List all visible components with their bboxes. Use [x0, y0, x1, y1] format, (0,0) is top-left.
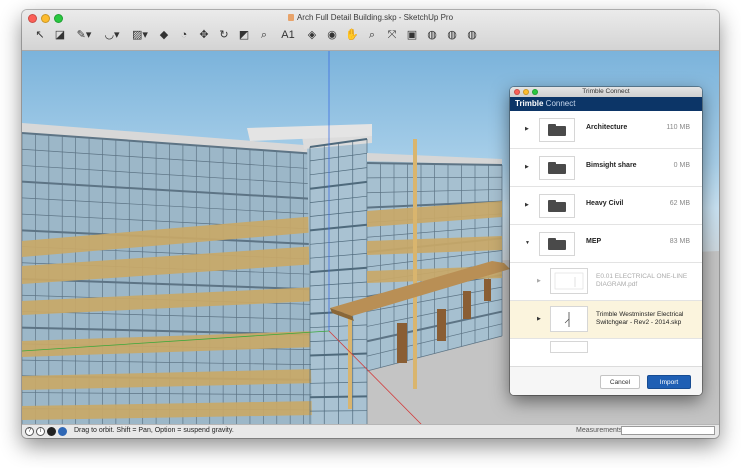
- file-name: E0.01 ELECTRICAL ONE-LINE DIAGRAM.pdf: [596, 273, 688, 288]
- tall-column: [413, 139, 417, 389]
- folder-name: Architecture: [586, 124, 628, 131]
- folder-thumbnail: [539, 118, 575, 142]
- line-tool[interactable]: ✎▾: [72, 27, 96, 43]
- text-tool[interactable]: A1: [276, 27, 300, 43]
- help-icon[interactable]: ?: [25, 427, 34, 436]
- folder-row[interactable]: ▼ MEP 83 MB: [510, 225, 702, 263]
- zoom-extents-tool[interactable]: ⤧: [384, 27, 400, 43]
- walkway-pier: [463, 291, 471, 319]
- dialog-zoom-button[interactable]: [532, 89, 538, 95]
- folder-thumbnail: [539, 156, 575, 180]
- folder-thumbnail: [539, 232, 575, 256]
- status-icons: ? i: [25, 427, 67, 436]
- folder-name: Bimsight share: [586, 162, 637, 169]
- folder-icon: [548, 124, 566, 136]
- folder-size: 0 MB: [673, 162, 690, 169]
- info-icon[interactable]: i: [36, 427, 45, 436]
- central-tower: [307, 133, 367, 425]
- main-toolbar: ↖ ◪ ✎▾ ◡▾ ▨▾ ◆ ◔ ✥ ↻ ◩ ⌕ A1 ◈ ◉ ✋ ⌕ ⤧ ▣ ◍ ◍ ◍: [32, 27, 480, 43]
- dialog-footer: Cancel Import: [510, 366, 702, 395]
- folder-icon: [548, 200, 566, 212]
- disclosure-closed-icon[interactable]: ▶: [537, 278, 541, 284]
- folder-size: 62 MB: [669, 200, 690, 207]
- folder-size: 110 MB: [666, 124, 690, 131]
- import-button[interactable]: Import: [647, 375, 691, 389]
- status-text: Drag to orbit. Shift = Pan, Option = sus…: [74, 427, 234, 434]
- short-column: [348, 309, 352, 409]
- tape-measure-tool[interactable]: ⌕: [256, 27, 272, 43]
- arc-tool[interactable]: ◡▾: [100, 27, 124, 43]
- title-bar: Arch Full Detail Building.skp - SketchUp…: [22, 10, 719, 51]
- dialog-minimize-button[interactable]: [523, 89, 529, 95]
- walkway-pier: [484, 279, 491, 301]
- brand-bold: Trimble: [515, 99, 544, 108]
- folder-icon: [548, 238, 566, 250]
- file-thumbnail: [550, 268, 588, 294]
- skp-thumbnail-drawing: [564, 312, 570, 327]
- measurements-label: Measurements: [576, 427, 623, 434]
- paint-bucket-tool[interactable]: ◈: [304, 27, 320, 43]
- offset-tool[interactable]: ◔: [176, 27, 192, 43]
- file-browser-list: ▶ Architecture 110 MB ▶ Bimsight share 0 MB ▶ H…: [510, 111, 702, 367]
- measurements-field[interactable]: [621, 426, 715, 435]
- disclosure-closed-icon[interactable]: ▶: [537, 316, 541, 322]
- cancel-button[interactable]: Cancel: [600, 375, 640, 389]
- dialog-close-button[interactable]: [514, 89, 520, 95]
- folder-icon: [548, 162, 566, 174]
- share-tool[interactable]: ◍: [464, 27, 480, 43]
- folder-row[interactable]: ▶ Bimsight share 0 MB: [510, 149, 702, 187]
- file-name: Trimble Westminster Electrical Switchgea…: [596, 311, 684, 326]
- walkway-pier: [397, 323, 407, 363]
- warehouse-tool[interactable]: ▣: [404, 27, 420, 43]
- folder-name: MEP: [586, 238, 602, 245]
- move-tool[interactable]: ✥: [196, 27, 212, 43]
- folder-row[interactable]: ▶ Architecture 110 MB: [510, 111, 702, 149]
- window-title-text: Arch Full Detail Building.skp - SketchUp…: [296, 13, 454, 22]
- brand-header: Trimble Connect: [510, 97, 702, 111]
- dialog-title: Trimble Connect: [582, 88, 630, 95]
- globe-icon[interactable]: [58, 427, 67, 436]
- document-icon: [287, 14, 294, 21]
- select-tool[interactable]: ↖: [32, 27, 48, 43]
- pan-tool[interactable]: ✋: [344, 27, 360, 43]
- rotate-tool[interactable]: ↻: [216, 27, 232, 43]
- disclosure-open-icon[interactable]: ▼: [525, 240, 530, 246]
- extension-warehouse-tool[interactable]: ◍: [424, 27, 440, 43]
- window-title: Arch Full Detail Building.skp - SketchUp…: [22, 13, 719, 22]
- status-bar: ? i Drag to orbit. Shift = Pan, Option =…: [22, 424, 719, 438]
- brand-light: Connect: [543, 99, 576, 108]
- dialog-window-controls: [514, 89, 538, 95]
- user-icon[interactable]: [47, 427, 56, 436]
- walkway-pier: [437, 309, 446, 341]
- eraser-tool[interactable]: ◪: [52, 27, 68, 43]
- file-row[interactable]: ▶ E0.01 ELECTRICAL ONE-LINE DIAGRAM.pdf: [510, 263, 702, 301]
- zoom-tool[interactable]: ⌕: [364, 27, 380, 43]
- file-row-partial[interactable]: [510, 339, 702, 353]
- pdf-thumbnail-drawing: [554, 272, 584, 290]
- folder-thumbnail: [539, 194, 575, 218]
- folder-row[interactable]: ▶ Heavy Civil 62 MB: [510, 187, 702, 225]
- push-pull-tool[interactable]: ◆: [156, 27, 172, 43]
- folder-name: Heavy Civil: [586, 200, 624, 207]
- folder-size: 83 MB: [669, 238, 690, 245]
- orbit-tool[interactable]: ◉: [324, 27, 340, 43]
- scale-tool[interactable]: ◩: [236, 27, 252, 43]
- disclosure-closed-icon[interactable]: ▶: [525, 202, 529, 208]
- file-thumbnail: [550, 341, 588, 353]
- trimble-connect-tool[interactable]: ◍: [444, 27, 460, 43]
- trimble-connect-dialog: Trimble Connect Trimble Connect ▶ Archite…: [510, 87, 702, 395]
- file-thumbnail: [550, 306, 588, 332]
- disclosure-closed-icon[interactable]: ▶: [525, 164, 529, 170]
- file-row[interactable]: ▶ Trimble Westminster Electrical Switchge…: [510, 301, 702, 339]
- rectangle-tool[interactable]: ▨▾: [128, 27, 152, 43]
- disclosure-closed-icon[interactable]: ▶: [525, 126, 529, 132]
